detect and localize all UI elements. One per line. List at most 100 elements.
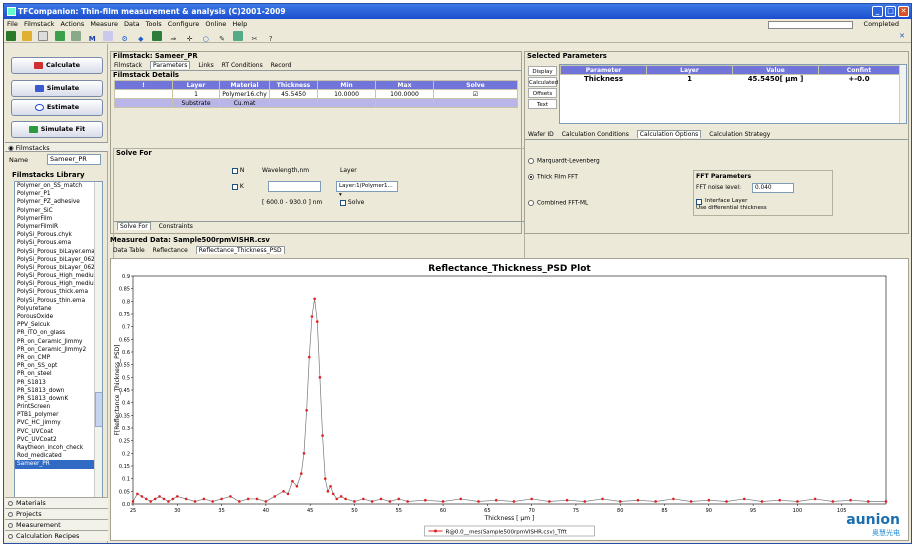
- list-item[interactable]: PolySi_Porous.chyk: [15, 231, 95, 239]
- solve-checkbox-layer[interactable]: [340, 199, 346, 206]
- library-scrollbar[interactable]: [94, 182, 102, 519]
- list-item[interactable]: PR_on_Ceramic_Jimmy2: [15, 346, 95, 354]
- calculate-button[interactable]: Calculate: [11, 57, 103, 74]
- list-item[interactable]: PR_on_steel: [15, 370, 95, 378]
- list-item[interactable]: PTB1_polymer: [15, 411, 95, 419]
- list-item[interactable]: PolySi_Porous_biLayer_062: [15, 256, 95, 264]
- table-row[interactable]: 1 Polymer16.chy 45.5450 10.0000 100.0000…: [114, 89, 518, 99]
- list-item[interactable]: PolySi_Porous_High_mediun: [15, 272, 95, 280]
- list-item[interactable]: PVC_HC_jimmy: [15, 419, 95, 427]
- tab-calculation-recipes[interactable]: Calculation Recipes: [5, 530, 108, 541]
- filmstack-table[interactable]: ! Layer Material Thickness Min Max Solve…: [114, 80, 518, 108]
- menu-measure[interactable]: Measure: [90, 20, 118, 28]
- list-item[interactable]: PolySi_Porous_thin.ema: [15, 297, 95, 305]
- menu-configure[interactable]: Configure: [168, 20, 200, 28]
- filmstacks-library-list[interactable]: Polymer_on_SS_match Polymer_P1 Polymer_PZ_…: [14, 181, 103, 528]
- save-icon[interactable]: [6, 31, 16, 41]
- list-item[interactable]: Polyuretane: [15, 305, 95, 313]
- list-item[interactable]: PR_S1813_downK: [15, 395, 95, 403]
- k-checkbox[interactable]: [232, 183, 238, 190]
- tab-reflectance-thickness-psd[interactable]: Reflectance_Thickness_PSD: [195, 246, 285, 254]
- display-button[interactable]: Display: [528, 66, 557, 76]
- menu-tools[interactable]: Tools: [146, 20, 162, 28]
- gear-icon[interactable]: ⚙: [120, 34, 130, 44]
- tab-links[interactable]: Links: [198, 62, 213, 69]
- menu-data[interactable]: Data: [124, 20, 140, 28]
- list-item[interactable]: Rod_medicated: [15, 452, 95, 460]
- tab-rt-conditions[interactable]: RT Conditions: [222, 62, 263, 69]
- list-item[interactable]: Polymer_SiC: [15, 207, 95, 215]
- wavelength-input[interactable]: [268, 181, 321, 192]
- n-checkbox[interactable]: [232, 167, 238, 174]
- tab-calculation-options[interactable]: Calculation Options: [636, 130, 702, 138]
- tab-materials[interactable]: Materials: [5, 497, 108, 508]
- thick-film-fft-radio[interactable]: [528, 174, 534, 180]
- wrench-icon[interactable]: ✂: [250, 34, 260, 44]
- pin-icon[interactable]: ✕: [897, 31, 907, 41]
- list-item[interactable]: PVC_UVCoat2: [15, 436, 95, 444]
- offsets-button[interactable]: Offsets: [528, 88, 557, 98]
- library-scroll-thumb[interactable]: [95, 392, 102, 427]
- tab-calculation-strategy[interactable]: Calculation Strategy: [709, 131, 770, 138]
- marquardt-radio[interactable]: [528, 158, 534, 164]
- arrow-icon[interactable]: ⇒: [168, 34, 178, 44]
- maximize-button[interactable]: □: [885, 6, 896, 17]
- info-icon[interactable]: ◆: [136, 34, 146, 44]
- list-item[interactable]: PolySi_Porous_High_mediun: [15, 280, 95, 288]
- grid-icon[interactable]: [70, 31, 81, 41]
- menu-help[interactable]: Help: [232, 20, 247, 28]
- minimize-button[interactable]: _: [872, 6, 883, 17]
- simulate-fit-button[interactable]: Simulate Fit: [11, 121, 103, 138]
- open-icon[interactable]: [22, 31, 33, 41]
- plot-area[interactable]: Reflectance_Thickness_PSD Plot 0.0 0.05 0.1…: [110, 258, 909, 541]
- list-item[interactable]: Polymer_PZ_adhesive: [15, 198, 95, 206]
- brush-icon[interactable]: ✎: [217, 34, 227, 44]
- layer-select[interactable]: Layer:1(Polymer1... ▾: [336, 181, 398, 198]
- tab-reflectance[interactable]: Reflectance: [153, 247, 188, 254]
- list-item[interactable]: PPV_Selcuk: [15, 321, 95, 329]
- tab-wafer-id[interactable]: Wafer ID: [528, 131, 554, 138]
- list-item[interactable]: PolySi_Porous_biLayer.ema: [15, 248, 95, 256]
- list-item[interactable]: Sameer_PR: [15, 460, 95, 469]
- move-icon[interactable]: ✛: [185, 34, 195, 44]
- list-item[interactable]: PR_ITO_on_glass: [15, 329, 95, 337]
- menu-actions[interactable]: Actions: [61, 20, 85, 28]
- tab-filmstack[interactable]: Filmstack: [114, 62, 142, 69]
- list-item[interactable]: PolySi_Porous.ema: [15, 239, 95, 247]
- parameters-scrollbar[interactable]: [899, 65, 906, 123]
- simulate-button[interactable]: Simulate: [11, 80, 103, 97]
- table-row[interactable]: Substrate Cu.mat: [114, 98, 518, 108]
- menu-online[interactable]: Online: [205, 20, 226, 28]
- table-row[interactable]: Thickness 1 45.5450[ µm ] +-0.0: [561, 75, 900, 84]
- list-item[interactable]: PorousOxide: [15, 313, 95, 321]
- bar-icon[interactable]: [233, 31, 244, 41]
- psd-chart[interactable]: Reflectance_Thickness_PSD Plot 0.0 0.05 0.1…: [111, 259, 908, 540]
- list-item[interactable]: PR_S1813_down: [15, 387, 95, 395]
- close-button[interactable]: ✕: [898, 6, 909, 17]
- tab-constraints[interactable]: Constraints: [159, 223, 193, 230]
- list-item[interactable]: PrintScreen: [15, 403, 95, 411]
- tab-solve-for[interactable]: Solve For: [117, 222, 151, 230]
- calculated-button[interactable]: Calculated: [528, 77, 558, 87]
- list-item[interactable]: PR_S1813: [15, 379, 95, 387]
- tab-measurement[interactable]: Measurement: [5, 519, 108, 530]
- help-icon[interactable]: ?: [266, 34, 276, 44]
- list-item[interactable]: PVC_UVCoat: [15, 428, 95, 436]
- text-button[interactable]: Text: [528, 99, 557, 109]
- m-icon[interactable]: M: [87, 34, 97, 44]
- list-item[interactable]: Polymer_on_SS_match: [15, 182, 95, 190]
- list-item[interactable]: PR_on_SS_opt: [15, 362, 95, 370]
- chart-icon[interactable]: [54, 31, 65, 41]
- list-item[interactable]: PolySi_Porous_thick.ema: [15, 288, 95, 296]
- list-item[interactable]: PolySi_Porous_biLayer_062: [15, 264, 95, 272]
- tool-icon[interactable]: [103, 31, 114, 41]
- tab-parameters[interactable]: Parameters: [150, 61, 191, 69]
- estimate-button[interactable]: Estimate: [11, 99, 103, 116]
- combined-fft-ml-radio[interactable]: [528, 200, 534, 206]
- tab-projects[interactable]: Projects: [5, 508, 108, 519]
- filmstacks-tab[interactable]: ◉ Filmstacks: [5, 142, 108, 152]
- circle-icon[interactable]: ○: [201, 34, 211, 44]
- tab-calculation-conditions[interactable]: Calculation Conditions: [562, 131, 629, 138]
- tab-data-table[interactable]: Data Table: [113, 247, 145, 254]
- menu-filmstack[interactable]: Filmstack: [24, 20, 54, 28]
